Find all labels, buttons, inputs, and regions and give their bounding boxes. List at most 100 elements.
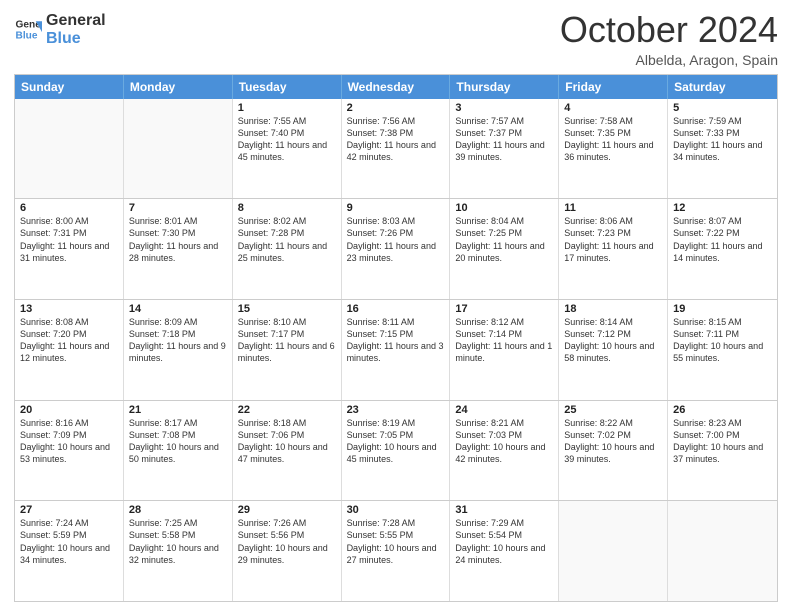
day-number: 18	[564, 303, 662, 315]
month-title: October 2024	[560, 10, 778, 50]
day-number: 10	[455, 202, 553, 214]
day-number: 29	[238, 504, 336, 516]
cell-text: Sunrise: 8:08 AM Sunset: 7:20 PM Dayligh…	[20, 316, 118, 365]
cell-text: Sunrise: 7:58 AM Sunset: 7:35 PM Dayligh…	[564, 115, 662, 164]
cal-cell-2-0: 13Sunrise: 8:08 AM Sunset: 7:20 PM Dayli…	[15, 300, 124, 400]
svg-text:Blue: Blue	[16, 30, 38, 41]
day-number: 21	[129, 404, 227, 416]
cal-cell-2-6: 19Sunrise: 8:15 AM Sunset: 7:11 PM Dayli…	[668, 300, 777, 400]
cal-cell-1-4: 10Sunrise: 8:04 AM Sunset: 7:25 PM Dayli…	[450, 199, 559, 299]
day-number: 14	[129, 303, 227, 315]
day-number: 31	[455, 504, 553, 516]
day-number: 12	[673, 202, 772, 214]
cell-text: Sunrise: 8:22 AM Sunset: 7:02 PM Dayligh…	[564, 417, 662, 466]
cell-text: Sunrise: 8:12 AM Sunset: 7:14 PM Dayligh…	[455, 316, 553, 365]
title-block: October 2024 Albelda, Aragon, Spain	[560, 10, 778, 68]
cal-cell-3-0: 20Sunrise: 8:16 AM Sunset: 7:09 PM Dayli…	[15, 401, 124, 501]
cal-cell-0-5: 4Sunrise: 7:58 AM Sunset: 7:35 PM Daylig…	[559, 99, 668, 199]
cell-text: Sunrise: 8:06 AM Sunset: 7:23 PM Dayligh…	[564, 215, 662, 264]
header-friday: Friday	[559, 75, 668, 99]
cell-text: Sunrise: 8:21 AM Sunset: 7:03 PM Dayligh…	[455, 417, 553, 466]
day-number: 13	[20, 303, 118, 315]
cal-cell-2-3: 16Sunrise: 8:11 AM Sunset: 7:15 PM Dayli…	[342, 300, 451, 400]
cal-cell-0-4: 3Sunrise: 7:57 AM Sunset: 7:37 PM Daylig…	[450, 99, 559, 199]
cal-cell-0-0	[15, 99, 124, 199]
page: General Blue General Blue October 2024 A…	[0, 0, 792, 612]
cell-text: Sunrise: 8:14 AM Sunset: 7:12 PM Dayligh…	[564, 316, 662, 365]
cell-text: Sunrise: 8:23 AM Sunset: 7:00 PM Dayligh…	[673, 417, 772, 466]
header-sunday: Sunday	[15, 75, 124, 99]
cal-cell-3-3: 23Sunrise: 8:19 AM Sunset: 7:05 PM Dayli…	[342, 401, 451, 501]
day-number: 30	[347, 504, 445, 516]
cell-text: Sunrise: 7:25 AM Sunset: 5:58 PM Dayligh…	[129, 517, 227, 566]
cal-cell-0-2: 1Sunrise: 7:55 AM Sunset: 7:40 PM Daylig…	[233, 99, 342, 199]
day-number: 4	[564, 102, 662, 114]
cell-text: Sunrise: 7:26 AM Sunset: 5:56 PM Dayligh…	[238, 517, 336, 566]
cell-text: Sunrise: 7:59 AM Sunset: 7:33 PM Dayligh…	[673, 115, 772, 164]
cal-cell-1-2: 8Sunrise: 8:02 AM Sunset: 7:28 PM Daylig…	[233, 199, 342, 299]
cal-cell-3-6: 26Sunrise: 8:23 AM Sunset: 7:00 PM Dayli…	[668, 401, 777, 501]
cal-cell-1-0: 6Sunrise: 8:00 AM Sunset: 7:31 PM Daylig…	[15, 199, 124, 299]
day-number: 11	[564, 202, 662, 214]
header-wednesday: Wednesday	[342, 75, 451, 99]
cal-cell-1-5: 11Sunrise: 8:06 AM Sunset: 7:23 PM Dayli…	[559, 199, 668, 299]
cell-text: Sunrise: 7:29 AM Sunset: 5:54 PM Dayligh…	[455, 517, 553, 566]
calendar-header: Sunday Monday Tuesday Wednesday Thursday…	[15, 75, 777, 99]
day-number: 20	[20, 404, 118, 416]
day-number: 22	[238, 404, 336, 416]
cal-row-4: 27Sunrise: 7:24 AM Sunset: 5:59 PM Dayli…	[15, 500, 777, 601]
cal-cell-4-6	[668, 501, 777, 601]
cal-cell-4-0: 27Sunrise: 7:24 AM Sunset: 5:59 PM Dayli…	[15, 501, 124, 601]
cal-cell-4-2: 29Sunrise: 7:26 AM Sunset: 5:56 PM Dayli…	[233, 501, 342, 601]
cal-cell-2-5: 18Sunrise: 8:14 AM Sunset: 7:12 PM Dayli…	[559, 300, 668, 400]
cal-cell-0-1	[124, 99, 233, 199]
location: Albelda, Aragon, Spain	[560, 52, 778, 68]
cal-cell-0-3: 2Sunrise: 7:56 AM Sunset: 7:38 PM Daylig…	[342, 99, 451, 199]
cell-text: Sunrise: 8:15 AM Sunset: 7:11 PM Dayligh…	[673, 316, 772, 365]
cell-text: Sunrise: 8:01 AM Sunset: 7:30 PM Dayligh…	[129, 215, 227, 264]
day-number: 15	[238, 303, 336, 315]
day-number: 16	[347, 303, 445, 315]
header: General Blue General Blue October 2024 A…	[14, 10, 778, 68]
day-number: 23	[347, 404, 445, 416]
day-number: 26	[673, 404, 772, 416]
cal-row-2: 13Sunrise: 8:08 AM Sunset: 7:20 PM Dayli…	[15, 299, 777, 400]
cal-row-3: 20Sunrise: 8:16 AM Sunset: 7:09 PM Dayli…	[15, 400, 777, 501]
cal-cell-4-5	[559, 501, 668, 601]
cal-row-1: 6Sunrise: 8:00 AM Sunset: 7:31 PM Daylig…	[15, 198, 777, 299]
day-number: 7	[129, 202, 227, 214]
cell-text: Sunrise: 7:56 AM Sunset: 7:38 PM Dayligh…	[347, 115, 445, 164]
cal-cell-4-1: 28Sunrise: 7:25 AM Sunset: 5:58 PM Dayli…	[124, 501, 233, 601]
day-number: 2	[347, 102, 445, 114]
cal-cell-4-3: 30Sunrise: 7:28 AM Sunset: 5:55 PM Dayli…	[342, 501, 451, 601]
day-number: 28	[129, 504, 227, 516]
cal-cell-4-4: 31Sunrise: 7:29 AM Sunset: 5:54 PM Dayli…	[450, 501, 559, 601]
cell-text: Sunrise: 7:24 AM Sunset: 5:59 PM Dayligh…	[20, 517, 118, 566]
day-number: 19	[673, 303, 772, 315]
calendar-body: 1Sunrise: 7:55 AM Sunset: 7:40 PM Daylig…	[15, 99, 777, 601]
cell-text: Sunrise: 8:00 AM Sunset: 7:31 PM Dayligh…	[20, 215, 118, 264]
logo-icon: General Blue	[14, 15, 42, 43]
day-number: 25	[564, 404, 662, 416]
cell-text: Sunrise: 8:17 AM Sunset: 7:08 PM Dayligh…	[129, 417, 227, 466]
cell-text: Sunrise: 8:03 AM Sunset: 7:26 PM Dayligh…	[347, 215, 445, 264]
logo-general: General	[46, 12, 106, 30]
cal-cell-2-4: 17Sunrise: 8:12 AM Sunset: 7:14 PM Dayli…	[450, 300, 559, 400]
cal-cell-1-3: 9Sunrise: 8:03 AM Sunset: 7:26 PM Daylig…	[342, 199, 451, 299]
cell-text: Sunrise: 7:55 AM Sunset: 7:40 PM Dayligh…	[238, 115, 336, 164]
logo-blue: Blue	[46, 30, 106, 48]
cell-text: Sunrise: 8:04 AM Sunset: 7:25 PM Dayligh…	[455, 215, 553, 264]
cell-text: Sunrise: 8:09 AM Sunset: 7:18 PM Dayligh…	[129, 316, 227, 365]
cal-cell-2-1: 14Sunrise: 8:09 AM Sunset: 7:18 PM Dayli…	[124, 300, 233, 400]
day-number: 27	[20, 504, 118, 516]
cal-cell-3-4: 24Sunrise: 8:21 AM Sunset: 7:03 PM Dayli…	[450, 401, 559, 501]
cell-text: Sunrise: 8:18 AM Sunset: 7:06 PM Dayligh…	[238, 417, 336, 466]
cal-cell-3-2: 22Sunrise: 8:18 AM Sunset: 7:06 PM Dayli…	[233, 401, 342, 501]
day-number: 9	[347, 202, 445, 214]
cal-row-0: 1Sunrise: 7:55 AM Sunset: 7:40 PM Daylig…	[15, 99, 777, 199]
header-saturday: Saturday	[668, 75, 777, 99]
day-number: 3	[455, 102, 553, 114]
header-tuesday: Tuesday	[233, 75, 342, 99]
cell-text: Sunrise: 7:28 AM Sunset: 5:55 PM Dayligh…	[347, 517, 445, 566]
cal-cell-1-1: 7Sunrise: 8:01 AM Sunset: 7:30 PM Daylig…	[124, 199, 233, 299]
